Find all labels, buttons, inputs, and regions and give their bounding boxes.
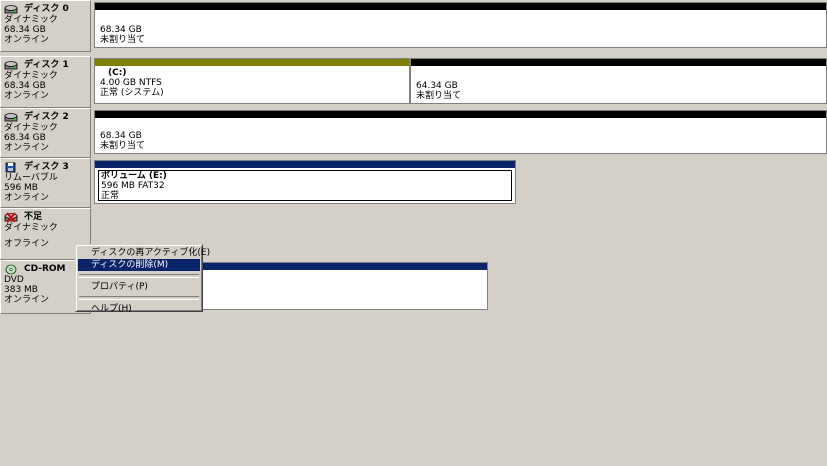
partition-color-bar — [95, 59, 409, 66]
disk-icon — [4, 60, 20, 71]
partition-status: 未割り当て — [416, 91, 462, 101]
menu-item-reactivate[interactable]: ディスクの再アクティブ化(E) — [78, 247, 210, 259]
cdrom-icon — [4, 264, 20, 275]
disk-row: ディスク 1 ダイナミック 68.34 GB オンライン (C:) 4.00 G… — [0, 56, 827, 108]
partition-status: 未割り当て — [100, 35, 146, 45]
removable-disk-icon — [4, 162, 20, 173]
disk-row: ディスク 3 リムーバブル 596 MB オンライン ボリューム (E:) 59… — [0, 158, 827, 208]
partition-size: 68.34 GB — [100, 25, 142, 35]
disk-title: ディスク 2 — [24, 112, 69, 122]
disk-status: オンライン — [4, 91, 50, 101]
disk-title: ディスク 0 — [24, 4, 69, 14]
disk-label[interactable]: ディスク 0 ダイナミック 68.34 GB オンライン — [0, 0, 91, 52]
partition-size: 4.00 GB NTFS — [100, 78, 162, 88]
disk-icon — [4, 112, 20, 123]
disk-title: ディスク 3 — [24, 162, 69, 172]
partition-status: 正常 — [101, 191, 120, 201]
partition-volume-e[interactable]: ボリューム (E:) 596 MB FAT32 正常 — [94, 160, 516, 204]
partition-status: 正常 (システム) — [100, 88, 164, 98]
disk-size: 68.34 GB — [4, 25, 46, 35]
disk-label[interactable]: ディスク 1 ダイナミック 68.34 GB オンライン — [0, 56, 91, 108]
disk-title: CD-ROM — [24, 264, 66, 274]
partition-unallocated[interactable]: 68.34 GB 未割り当て — [94, 110, 827, 154]
partition-unallocated[interactable]: 64.34 GB 未割り当て — [410, 58, 827, 104]
missing-disk-icon — [4, 211, 20, 223]
context-menu: ディスクの再アクティブ化(E) ディスクの削除(M) プロパティ(P) ヘルプ(… — [75, 244, 210, 315]
partition-size: 68.34 GB — [100, 131, 142, 141]
partition-color-bar — [95, 161, 515, 168]
partition-color-bar — [411, 59, 826, 66]
partition-name: ボリューム (E:) — [101, 171, 167, 181]
disk-icon — [4, 4, 20, 15]
menu-item-remove-disk[interactable]: ディスクの削除(M) — [78, 259, 200, 271]
disk-type: リムーバブル — [4, 173, 58, 183]
disk-status: オンライン — [4, 143, 50, 153]
disk-size: 68.34 GB — [4, 133, 46, 143]
partition-size: 64.34 GB — [416, 81, 458, 91]
disk-size: 596 MB — [4, 183, 38, 193]
menu-item-properties[interactable]: プロパティ(P) — [78, 281, 200, 293]
disk-type: ダイナミック — [4, 223, 58, 233]
partition-unallocated[interactable]: 68.34 GB 未割り当て — [94, 2, 827, 48]
disk-row: ディスク 0 ダイナミック 68.34 GB オンライン 68.34 GB 未割… — [0, 0, 827, 52]
disk-label[interactable]: ディスク 3 リムーバブル 596 MB オンライン — [0, 158, 91, 208]
partition-c-drive[interactable]: (C:) 4.00 GB NTFS 正常 (システム) — [94, 58, 410, 104]
disk-status: オンライン — [4, 35, 50, 45]
menu-separator — [79, 296, 199, 300]
disk-type: ダイナミック — [4, 71, 58, 81]
disk-status: オンライン — [4, 193, 50, 203]
partition-color-bar — [95, 111, 826, 118]
disk-title: 不足 — [24, 212, 43, 222]
disk-row: ディスク 2 ダイナミック 68.34 GB オンライン 68.34 GB 未割… — [0, 108, 827, 158]
disk-type: ダイナミック — [4, 123, 58, 133]
menu-separator — [79, 274, 199, 278]
partition-name: (C:) — [108, 68, 127, 78]
partition-size: 596 MB FAT32 — [101, 181, 165, 191]
menu-item-help[interactable]: ヘルプ(H) — [78, 303, 200, 315]
partition-status: 未割り当て — [100, 141, 146, 151]
partition-color-bar — [95, 3, 826, 10]
disk-size: 68.34 GB — [4, 81, 46, 91]
disk-title: ディスク 1 — [24, 60, 69, 70]
disk-type: ダイナミック — [4, 15, 58, 25]
disk-label[interactable]: ディスク 2 ダイナミック 68.34 GB オンライン — [0, 108, 91, 158]
